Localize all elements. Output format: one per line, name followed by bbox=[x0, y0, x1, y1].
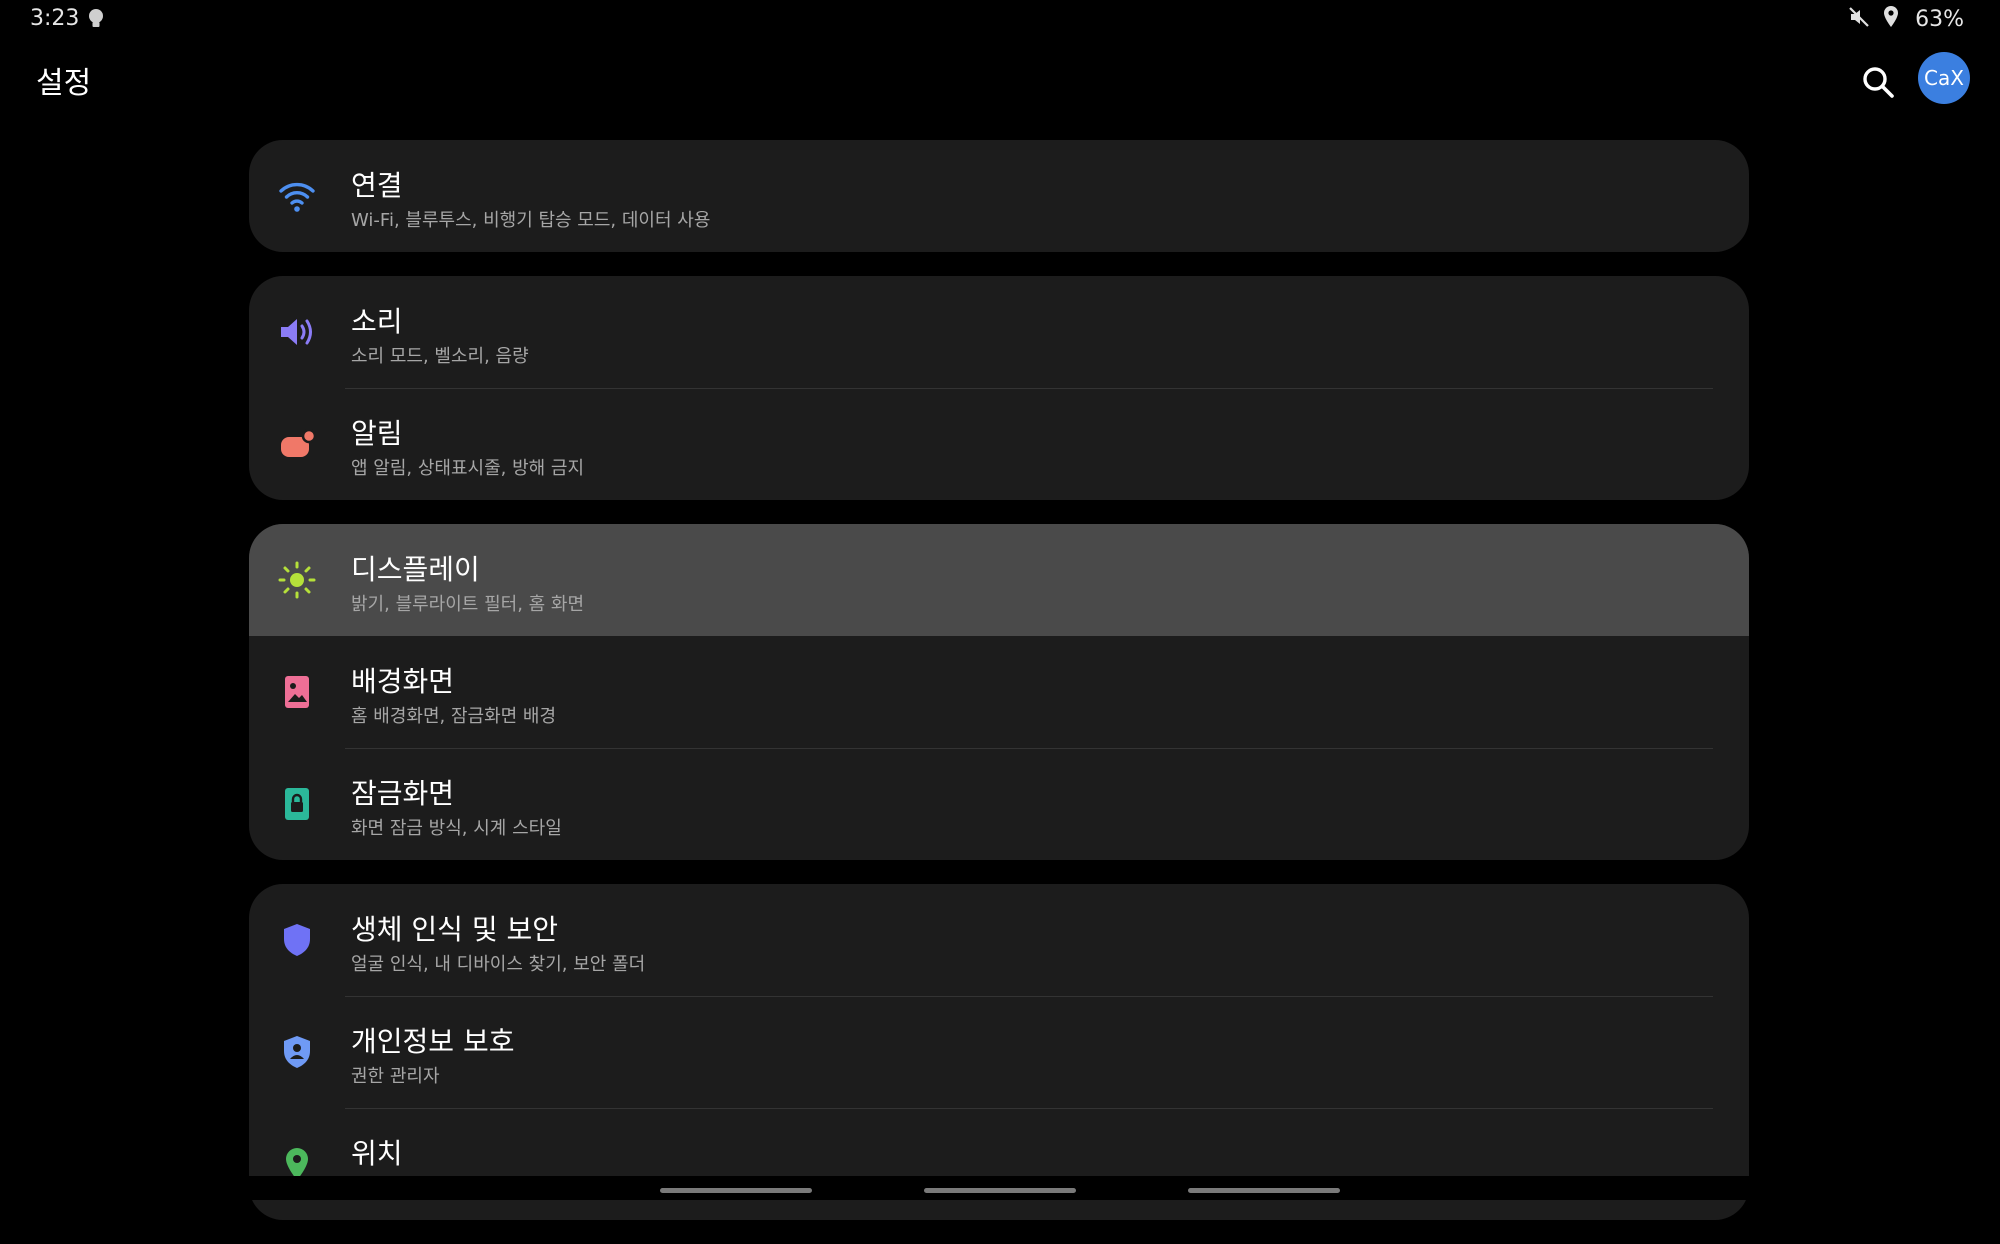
settings-item-subtitle: 얼굴 인식, 내 디바이스 찾기, 보안 폴더 bbox=[351, 954, 646, 975]
settings-item-title: 디스플레이 bbox=[351, 553, 480, 586]
settings-item-title: 개인정보 보호 bbox=[351, 1025, 515, 1058]
settings-item-title: 알림 bbox=[351, 417, 403, 450]
wallpaper-icon bbox=[277, 672, 317, 712]
settings-item-title: 소리 bbox=[351, 305, 403, 338]
settings-item-subtitle: 화면 잠금 방식, 시계 스타일 bbox=[351, 818, 562, 839]
lock-icon bbox=[277, 784, 317, 824]
notification-icon bbox=[277, 424, 317, 464]
settings-card-display: 디스플레이 밝기, 블루라이트 필터, 홈 화면 배경화면 홈 배경화면, 잠금… bbox=[249, 524, 1749, 860]
settings-card-sound-notifications: 소리 소리 모드, 벨소리, 음량 알림 앱 알림, 상태표시줄, 방해 금지 bbox=[249, 276, 1749, 500]
settings-item-subtitle: Wi-Fi, 블루투스, 비행기 탑승 모드, 데이터 사용 bbox=[351, 210, 711, 231]
battery-level: 63% bbox=[1915, 6, 1964, 32]
sun-icon bbox=[277, 560, 317, 600]
settings-item-connections[interactable]: 연결 Wi-Fi, 블루투스, 비행기 탑승 모드, 데이터 사용 bbox=[249, 140, 1749, 252]
nav-handle-left[interactable] bbox=[660, 1188, 812, 1193]
mute-icon bbox=[1847, 5, 1871, 33]
settings-item-subtitle: 밝기, 블루라이트 필터, 홈 화면 bbox=[351, 594, 585, 615]
speaker-icon bbox=[277, 312, 317, 352]
settings-item-notifications[interactable]: 알림 앱 알림, 상태표시줄, 방해 금지 bbox=[249, 388, 1749, 500]
navigation-bar bbox=[0, 1182, 2000, 1200]
settings-card-security: 생체 인식 및 보안 얼굴 인식, 내 디바이스 찾기, 보안 폴더 개인정보 … bbox=[249, 884, 1749, 1220]
settings-item-privacy[interactable]: 개인정보 보호 권한 관리자 bbox=[249, 996, 1749, 1108]
app-bar: 설정 CaX bbox=[0, 40, 2000, 120]
settings-item-sound[interactable]: 소리 소리 모드, 벨소리, 음량 bbox=[249, 276, 1749, 388]
settings-card-connections: 연결 Wi-Fi, 블루투스, 비행기 탑승 모드, 데이터 사용 bbox=[249, 140, 1749, 252]
status-time: 3:23 bbox=[30, 6, 80, 31]
privacy-shield-icon bbox=[277, 1032, 317, 1072]
settings-item-security[interactable]: 생체 인식 및 보안 얼굴 인식, 내 디바이스 찾기, 보안 폴더 bbox=[249, 884, 1749, 996]
settings-list: 연결 Wi-Fi, 블루투스, 비행기 탑승 모드, 데이터 사용 소리 소리 … bbox=[249, 140, 1749, 1244]
shield-icon bbox=[277, 920, 317, 960]
settings-item-subtitle: 권한 관리자 bbox=[351, 1066, 440, 1087]
avatar-text: CaX bbox=[1924, 66, 1964, 90]
settings-item-location[interactable]: 위치 bbox=[249, 1108, 1749, 1220]
location-icon bbox=[1881, 5, 1901, 33]
settings-item-title: 잠금화면 bbox=[351, 777, 455, 810]
settings-item-subtitle: 소리 모드, 벨소리, 음량 bbox=[351, 346, 529, 367]
nav-handle-center[interactable] bbox=[924, 1188, 1076, 1193]
settings-item-title: 생체 인식 및 보안 bbox=[351, 913, 559, 946]
bulb-icon bbox=[86, 7, 106, 31]
settings-item-lockscreen[interactable]: 잠금화면 화면 잠금 방식, 시계 스타일 bbox=[249, 748, 1749, 860]
wifi-icon bbox=[277, 176, 317, 216]
page-title: 설정 bbox=[36, 66, 92, 101]
search-icon bbox=[1863, 67, 1894, 98]
status-bar: 3:23 63% bbox=[0, 0, 2000, 40]
account-avatar[interactable]: CaX bbox=[1918, 52, 1970, 104]
settings-item-display[interactable]: 디스플레이 밝기, 블루라이트 필터, 홈 화면 bbox=[249, 524, 1749, 636]
settings-item-title: 위치 bbox=[351, 1137, 403, 1170]
settings-item-title: 연결 bbox=[351, 169, 403, 202]
search-button[interactable] bbox=[1858, 62, 1898, 102]
settings-item-wallpaper[interactable]: 배경화면 홈 배경화면, 잠금화면 배경 bbox=[249, 636, 1749, 748]
settings-item-title: 배경화면 bbox=[351, 665, 455, 698]
nav-handle-right[interactable] bbox=[1188, 1188, 1340, 1193]
settings-item-subtitle: 앱 알림, 상태표시줄, 방해 금지 bbox=[351, 458, 585, 479]
settings-item-subtitle: 홈 배경화면, 잠금화면 배경 bbox=[351, 706, 557, 727]
